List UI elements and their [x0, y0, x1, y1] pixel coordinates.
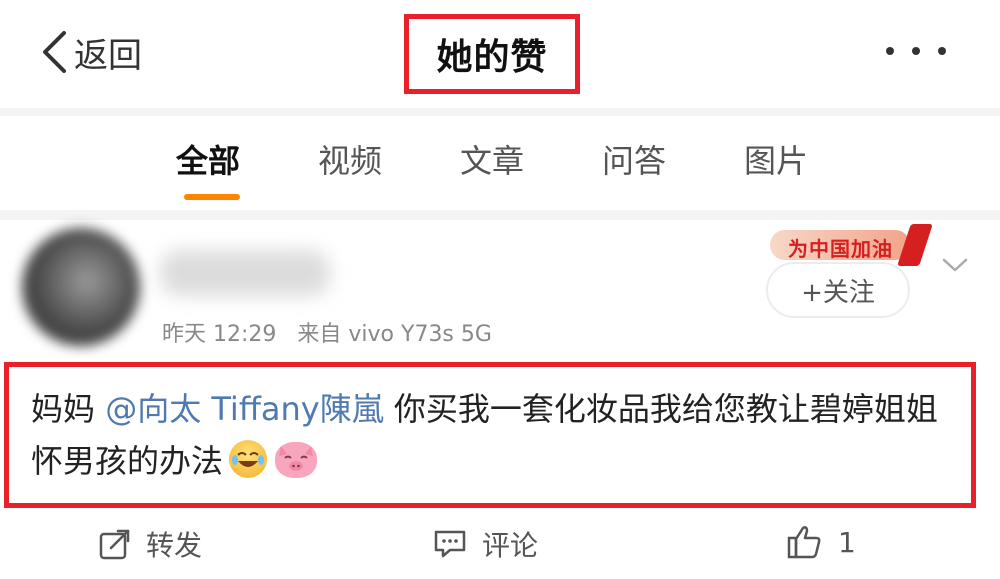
thumbs-up-icon: [787, 526, 821, 559]
tab-all[interactable]: 全部: [176, 136, 240, 182]
chevron-down-icon[interactable]: [940, 250, 970, 280]
post-content-box: 妈妈 @向太 Tiffany陳嵐 你买我一套化妆品我给您教让碧婷姐姐怀男孩的办法: [4, 362, 976, 508]
page-title-box: 她的赞: [404, 14, 580, 94]
repost-icon: [99, 529, 130, 560]
post-content: 妈妈 @向太 Tiffany陳嵐 你买我一套化妆品我给您教让碧婷姐姐怀男孩的办法: [31, 383, 961, 487]
tab-bar: 全部 视频 文章 问答 图片: [0, 116, 1000, 210]
page-title: 她的赞: [436, 37, 548, 78]
repost-button[interactable]: 转发: [98, 524, 202, 564]
back-button[interactable]: 返回: [40, 22, 142, 82]
dot: [886, 47, 894, 55]
post-card: 昨天 12:29 来自 vivo Y73s 5G 为中国加油 +关注 妈妈 @向…: [0, 220, 1000, 579]
follow-button[interactable]: +关注: [766, 262, 910, 318]
comment-button[interactable]: 评论: [432, 524, 538, 564]
action-bar: 转发 评论 1: [0, 518, 1000, 574]
post-source: 来自 vivo Y73s 5G: [297, 322, 492, 347]
avatar[interactable]: [22, 228, 140, 346]
tab-qa[interactable]: 问答: [602, 136, 666, 182]
back-label: 返回: [74, 35, 142, 76]
badge-text: 为中国加油: [788, 237, 893, 261]
post-time: 昨天 12:29: [162, 322, 277, 347]
user-mention[interactable]: @向太 Tiffany陳嵐: [105, 390, 384, 428]
follow-label: +关注: [801, 277, 875, 308]
comment-label: 评论: [482, 529, 539, 562]
tab-article[interactable]: 文章: [460, 136, 524, 182]
more-options-icon[interactable]: [886, 36, 946, 66]
pig-emoji: [275, 442, 318, 478]
divider: [0, 108, 1000, 116]
laugh-cry-emoji: [229, 440, 268, 478]
top-bar: 返回 她的赞: [0, 0, 1000, 108]
username-blurred[interactable]: [160, 250, 330, 296]
like-count: 1: [838, 525, 856, 559]
repost-label: 转发: [146, 529, 203, 562]
event-badge: 为中国加油: [770, 224, 933, 266]
post-meta: 昨天 12:29 来自 vivo Y73s 5G: [162, 316, 506, 348]
active-tab-indicator: [184, 194, 240, 200]
chevron-left-icon: [43, 31, 66, 73]
comment-icon: [434, 530, 466, 558]
tab-video[interactable]: 视频: [318, 136, 382, 182]
like-button[interactable]: 1: [786, 524, 856, 560]
divider: [0, 210, 1000, 220]
dot: [912, 47, 920, 55]
dot: [938, 47, 946, 55]
tab-images[interactable]: 图片: [744, 136, 808, 182]
content-prefix: 妈妈: [31, 390, 106, 428]
